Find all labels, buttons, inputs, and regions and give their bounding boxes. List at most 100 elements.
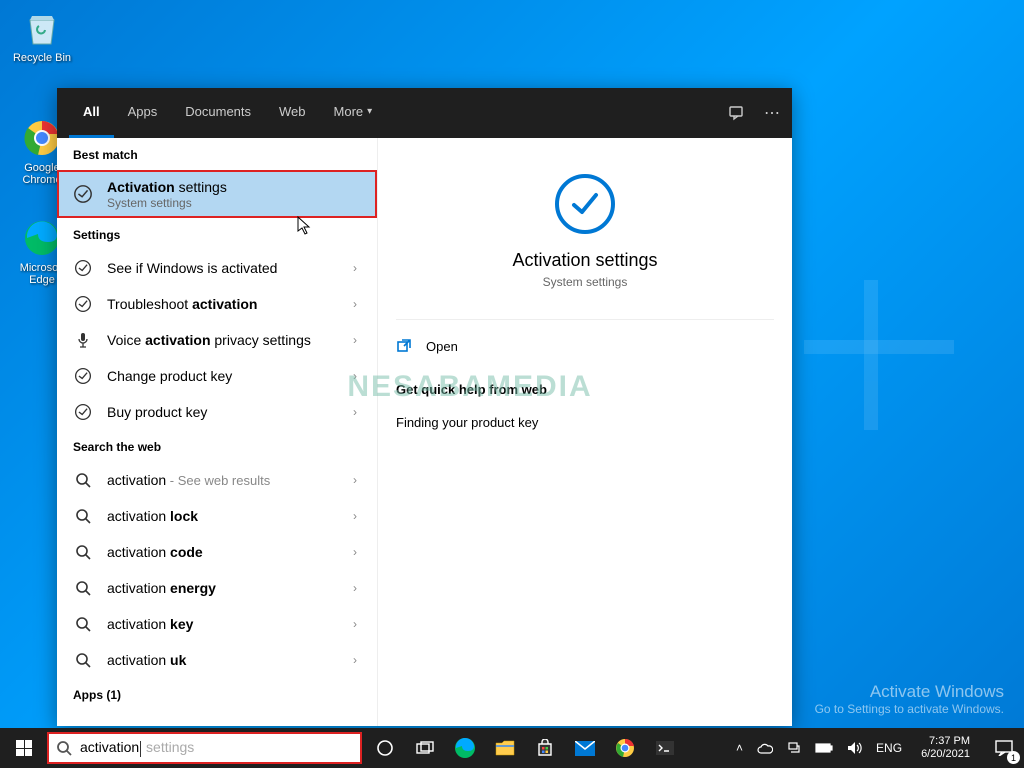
preview-check-icon (555, 174, 615, 234)
start-button[interactable] (0, 728, 48, 768)
chevron-right-icon: › (349, 653, 361, 667)
chevron-right-icon: › (349, 509, 361, 523)
check-circle-icon (73, 402, 93, 422)
search-tab-documents[interactable]: Documents (171, 88, 265, 138)
preview-subtitle: System settings (396, 275, 774, 289)
result-subtitle: System settings (107, 196, 361, 210)
result-title: activation - See web results (107, 471, 349, 490)
result-title: activation lock (107, 507, 349, 525)
tray-network-icon[interactable] (784, 741, 804, 755)
activate-windows-watermark: Activate Windows Go to Settings to activ… (815, 682, 1004, 716)
search-icon (73, 614, 93, 634)
chevron-right-icon: › (349, 369, 361, 383)
chrome-icon (22, 118, 62, 158)
search-header: All Apps Documents Web More▾ ⋯ (57, 88, 792, 138)
system-tray: ˄ ENG 7:37 PM 6/20/2021 (727, 728, 984, 768)
taskbar-taskview-icon[interactable] (405, 728, 445, 768)
tray-onedrive-icon[interactable] (754, 743, 776, 754)
result-title: Change product key (107, 367, 349, 385)
chevron-down-icon: ▾ (367, 106, 372, 117)
windows-logo-wallpaper (804, 280, 1024, 500)
preview-title: Activation settings (396, 250, 774, 271)
search-tab-all[interactable]: All (69, 88, 114, 138)
result-web-activation-lock[interactable]: activation lock › (57, 498, 377, 534)
result-change-product-key[interactable]: Change product key › (57, 358, 377, 394)
windows-logo-icon (16, 740, 32, 756)
search-input-text: activation settings (80, 739, 194, 756)
ellipsis-icon[interactable]: ⋯ (764, 103, 780, 123)
result-best-match-activation[interactable]: Activation settings System settings (57, 170, 377, 218)
result-web-activation-code[interactable]: activation code › (57, 534, 377, 570)
search-preview-pane: Activation settings System settings Open… (377, 138, 792, 726)
search-tab-web[interactable]: Web (265, 88, 320, 138)
taskbar-store-icon[interactable] (525, 728, 565, 768)
result-title: activation code (107, 543, 349, 561)
search-icon (73, 470, 93, 490)
search-icon (73, 506, 93, 526)
chevron-right-icon: › (349, 405, 361, 419)
chevron-right-icon: › (349, 333, 361, 347)
taskbar-terminal-icon[interactable] (645, 728, 685, 768)
check-circle-icon (73, 184, 93, 204)
section-apps: Apps (1) (57, 678, 377, 710)
edge-icon (22, 218, 62, 258)
check-circle-icon (73, 258, 93, 278)
tray-clock[interactable]: 7:37 PM 6/20/2021 (913, 735, 978, 761)
result-troubleshoot-activation[interactable]: Troubleshoot activation › (57, 286, 377, 322)
taskbar-chrome-icon[interactable] (605, 728, 645, 768)
result-web-activation-energy[interactable]: activation energy › (57, 570, 377, 606)
search-icon (73, 542, 93, 562)
action-center-button[interactable]: 1 (984, 728, 1024, 768)
notification-badge: 1 (1007, 751, 1020, 764)
result-title: Buy product key (107, 403, 349, 421)
search-results-list: Best match Activation settings System se… (57, 138, 377, 726)
result-title: Activation settings (107, 178, 361, 196)
result-title: See if Windows is activated (107, 259, 349, 277)
tray-volume-icon[interactable] (844, 741, 865, 755)
result-voice-activation-privacy[interactable]: Voice activation privacy settings › (57, 322, 377, 358)
search-icon (73, 650, 93, 670)
desktop-icon-recycle-bin[interactable]: Recycle Bin (8, 8, 76, 64)
chevron-right-icon: › (349, 581, 361, 595)
search-tab-more[interactable]: More▾ (320, 88, 387, 138)
taskbar-cortana-icon[interactable] (365, 728, 405, 768)
preview-open-label: Open (426, 339, 458, 354)
preview-open-action[interactable]: Open (396, 328, 774, 364)
result-title: Voice activation privacy settings (107, 331, 349, 349)
search-icon (56, 740, 72, 756)
taskbar-mail-icon[interactable] (565, 728, 605, 768)
result-title: Troubleshoot activation (107, 295, 349, 313)
chevron-right-icon: › (349, 545, 361, 559)
result-web-activation-uk[interactable]: activation uk › (57, 642, 377, 678)
section-settings: Settings (57, 218, 377, 250)
desktop-icon-label: Recycle Bin (8, 52, 76, 64)
chevron-right-icon: › (349, 297, 361, 311)
section-best-match: Best match (57, 138, 377, 170)
check-circle-icon (73, 366, 93, 386)
chevron-right-icon: › (349, 261, 361, 275)
taskbar: activation settings ˄ ENG 7:37 PM 6/20/2… (0, 728, 1024, 768)
result-title: activation uk (107, 651, 349, 669)
tray-language[interactable]: ENG (873, 741, 905, 755)
search-icon (73, 578, 93, 598)
quick-help-header: Get quick help from web (396, 382, 774, 397)
check-circle-icon (73, 294, 93, 314)
result-see-if-activated[interactable]: See if Windows is activated › (57, 250, 377, 286)
taskbar-search-box[interactable]: activation settings (48, 733, 361, 763)
result-title: activation energy (107, 579, 349, 597)
section-search-web: Search the web (57, 430, 377, 462)
taskbar-edge-icon[interactable] (445, 728, 485, 768)
result-buy-product-key[interactable]: Buy product key › (57, 394, 377, 430)
result-web-activation[interactable]: activation - See web results › (57, 462, 377, 498)
result-web-activation-key[interactable]: activation key › (57, 606, 377, 642)
chevron-right-icon: › (349, 617, 361, 631)
open-icon (396, 338, 414, 354)
chevron-right-icon: › (349, 473, 361, 487)
recycle-bin-icon (22, 8, 62, 48)
quick-help-link[interactable]: Finding your product key (396, 409, 774, 436)
tray-battery-icon[interactable] (812, 743, 836, 753)
search-tab-apps[interactable]: Apps (114, 88, 172, 138)
feedback-icon[interactable] (728, 104, 746, 122)
tray-chevron-up-icon[interactable]: ˄ (733, 741, 746, 755)
taskbar-explorer-icon[interactable] (485, 728, 525, 768)
